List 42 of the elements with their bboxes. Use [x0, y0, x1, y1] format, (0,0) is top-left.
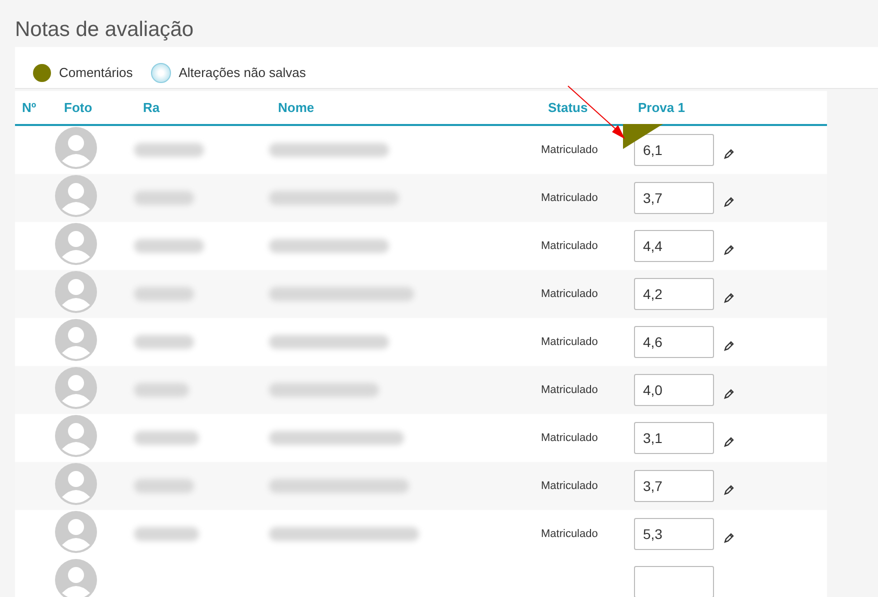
grade-input[interactable]: 5,3 [634, 518, 714, 550]
grade-input[interactable]: 4,6 [634, 326, 714, 358]
grade-input[interactable]: 6,1 [634, 134, 714, 166]
comment-legend-dot [33, 64, 51, 82]
blurred-ra [134, 479, 194, 493]
pencil-icon[interactable] [724, 485, 734, 495]
page-title: Notas de avaliação [15, 17, 195, 43]
pencil-icon[interactable] [724, 293, 734, 303]
status-text: Matriculado [541, 192, 599, 204]
blurred-ra [134, 335, 194, 349]
blurred-ra [134, 527, 199, 541]
pencil-icon[interactable] [724, 341, 734, 351]
grade-input[interactable]: 4,2 [634, 278, 714, 310]
pencil-icon[interactable] [724, 245, 734, 255]
pencil-icon[interactable] [724, 437, 734, 447]
pencil-icon[interactable] [724, 149, 734, 159]
unsaved-legend-dot [150, 62, 171, 82]
blurred-ra [134, 191, 194, 205]
status-text: Matriculado [541, 288, 599, 300]
blurred-ra [134, 143, 204, 157]
grade-input[interactable]: 3,7 [634, 182, 714, 214]
blurred-ra [134, 383, 189, 397]
blurred-ra [134, 431, 199, 445]
status-text: Matriculado [541, 432, 599, 444]
blurred-ra [134, 287, 194, 301]
pencil-icon[interactable] [724, 197, 734, 207]
grade-input[interactable]: 3,7 [634, 470, 714, 502]
status-text: Matriculado [541, 528, 599, 540]
status-text: Matriculado [541, 384, 599, 396]
legend-label: Comentários [59, 65, 133, 80]
grade-input[interactable]: 4,4 [634, 230, 714, 262]
status-text: Matriculado [541, 336, 599, 348]
pencil-icon[interactable] [724, 533, 734, 543]
legend-label: Alterações não salvas [178, 65, 306, 80]
status-text: Matriculado [541, 480, 599, 492]
status-text: Matriculado [541, 240, 599, 252]
pencil-icon[interactable] [724, 389, 734, 399]
grade-input[interactable] [634, 566, 714, 597]
blurred-ra [134, 239, 204, 253]
grade-input[interactable]: 4,0 [634, 374, 714, 406]
status-text: Matriculado [541, 144, 599, 156]
grade-input[interactable]: 3,1 [634, 422, 714, 454]
